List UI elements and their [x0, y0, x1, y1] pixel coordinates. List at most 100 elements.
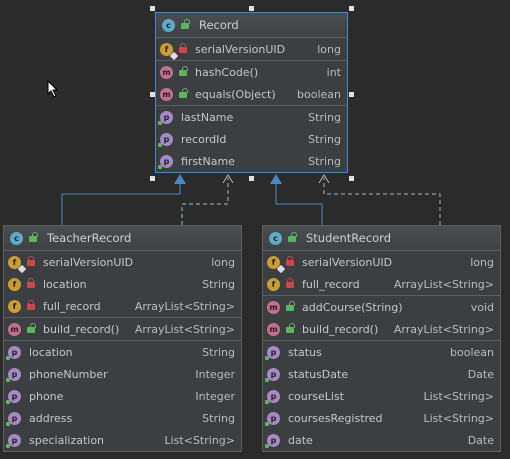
class-icon: c: [10, 231, 23, 245]
private-visibility-icon: [179, 43, 187, 53]
member-type: long: [470, 255, 494, 269]
member-row-phone[interactable]: p phone Integer: [4, 385, 241, 407]
field-icon: f: [267, 277, 280, 291]
member-row-serialversionuid[interactable]: f serialVersionUID long: [156, 38, 347, 60]
member-row-specialization[interactable]: p specialization List<String>: [4, 429, 241, 451]
member-name: address: [29, 411, 73, 425]
member-type: long: [317, 42, 341, 56]
member-row-lastname[interactable]: p lastName String: [156, 106, 347, 128]
member-row-location[interactable]: f location String: [4, 273, 241, 295]
member-row-equals-object[interactable]: m equals(Object) boolean: [156, 83, 347, 105]
class-name: Record: [199, 18, 239, 32]
member-row-full-record[interactable]: f full_record ArrayList<String>: [263, 273, 500, 295]
member-section: f serialVersionUID long f full_record ArrayLi…: [263, 251, 500, 296]
field-icon: f: [160, 42, 179, 60]
member-type: String: [202, 411, 235, 425]
member-name: coursesRegistred: [288, 411, 383, 425]
property-icon: p: [6, 367, 21, 382]
student-implements-edge: [323, 178, 441, 225]
class-icon: c: [162, 18, 175, 32]
property-icon: p: [158, 132, 173, 147]
selection-handle-bm[interactable]: [249, 176, 254, 181]
member-type: long: [211, 255, 235, 269]
member-type: String: [308, 154, 341, 168]
member-section: f serialVersionUID long f location String f ful…: [4, 251, 241, 318]
member-type: String: [308, 110, 341, 124]
member-row-full-record[interactable]: f full_record ArrayList<String>: [4, 295, 241, 317]
method-icon: m: [160, 87, 173, 101]
member-name: hashCode(): [195, 65, 259, 79]
teacher-extends-record-edge: [61, 182, 181, 225]
selection-handle-bl[interactable]: [150, 176, 155, 181]
member-name: date: [288, 433, 313, 447]
member-row-phonenumber[interactable]: p phoneNumber Integer: [4, 363, 241, 385]
member-type: int: [326, 65, 341, 79]
member-row-build-record[interactable]: m build_record() ArrayList<String>: [263, 318, 500, 340]
private-visibility-icon: [286, 256, 294, 266]
member-type: Integer: [195, 367, 235, 381]
member-type: String: [202, 345, 235, 359]
member-row-address[interactable]: p address String: [4, 407, 241, 429]
member-type: ArrayList<String>: [393, 277, 494, 291]
member-row-serialversionuid[interactable]: f serialVersionUID long: [263, 251, 500, 273]
class-teacher-record[interactable]: c TeacherRecord f serialVersionUID long f loca…: [3, 225, 242, 452]
mouse-cursor-icon: [47, 80, 59, 98]
public-visibility-icon: [29, 232, 38, 242]
member-name: specialization: [29, 433, 105, 447]
public-visibility-icon: [288, 232, 297, 242]
class-record[interactable]: c Record f serialVersionUID long m hashCode() i…: [155, 12, 348, 173]
class-student-record[interactable]: c StudentRecord f serialVersionUID long f full…: [262, 225, 501, 452]
member-section: m addCourse(String) void m build_record() Arr…: [263, 296, 500, 341]
student-extends-arrowhead: [270, 174, 282, 184]
public-visibility-icon: [286, 323, 295, 333]
member-section: m hashCode() int m equals(Object) boolean: [156, 61, 347, 106]
member-section: p lastName String p recordId String p firstName…: [156, 106, 347, 172]
method-icon: m: [8, 322, 21, 336]
member-row-firstname[interactable]: p firstName String: [156, 150, 347, 172]
member-section: p location String p phoneNumber Integer p phone…: [4, 341, 241, 451]
member-row-courselist[interactable]: p courseList List<String>: [263, 385, 500, 407]
selection-handle-tl[interactable]: [150, 6, 155, 11]
member-type: Date: [467, 433, 494, 447]
method-icon: m: [160, 65, 173, 79]
property-icon: p: [265, 367, 280, 382]
member-row-date[interactable]: p date Date: [263, 429, 500, 451]
class-header[interactable]: c Record: [156, 13, 347, 38]
member-row-hashcode[interactable]: m hashCode() int: [156, 61, 347, 83]
property-icon: p: [265, 433, 280, 448]
class-name: TeacherRecord: [47, 231, 132, 245]
property-icon: p: [158, 154, 173, 169]
member-name: statusDate: [288, 367, 349, 381]
private-visibility-icon: [286, 278, 294, 288]
member-row-build-record[interactable]: m build_record() ArrayList<String>: [4, 318, 241, 340]
member-type: String: [308, 132, 341, 146]
member-type: boolean: [297, 87, 341, 101]
method-icon: m: [267, 322, 280, 336]
selection-handle-ml[interactable]: [150, 92, 155, 97]
member-name: full_record: [302, 277, 360, 291]
member-row-location[interactable]: p location String: [4, 341, 241, 363]
member-type: ArrayList<String>: [134, 299, 235, 313]
member-name: build_record(): [43, 322, 120, 336]
property-icon: p: [265, 389, 280, 404]
public-visibility-icon: [179, 88, 188, 98]
field-icon: f: [8, 255, 27, 273]
class-icon: c: [269, 231, 282, 245]
member-row-status[interactable]: p status boolean: [263, 341, 500, 363]
member-row-statusdate[interactable]: p statusDate Date: [263, 363, 500, 385]
member-name: courseList: [288, 389, 344, 403]
selection-handle-mr[interactable]: [349, 92, 354, 97]
selection-handle-tm[interactable]: [249, 6, 254, 11]
class-header[interactable]: c StudentRecord: [263, 226, 500, 251]
member-type: ArrayList<String>: [393, 322, 494, 336]
member-row-serialversionuid[interactable]: f serialVersionUID long: [4, 251, 241, 273]
field-icon: f: [8, 299, 21, 313]
selection-handle-tr[interactable]: [349, 6, 354, 11]
member-row-addcourse-string[interactable]: m addCourse(String) void: [263, 296, 500, 318]
member-name: status: [288, 345, 322, 359]
member-row-coursesregistred[interactable]: p coursesRegistred List<String>: [263, 407, 500, 429]
member-name: serialVersionUID: [195, 42, 286, 56]
member-row-recordid[interactable]: p recordId String: [156, 128, 347, 150]
class-header[interactable]: c TeacherRecord: [4, 226, 241, 251]
selection-handle-br[interactable]: [349, 176, 354, 181]
